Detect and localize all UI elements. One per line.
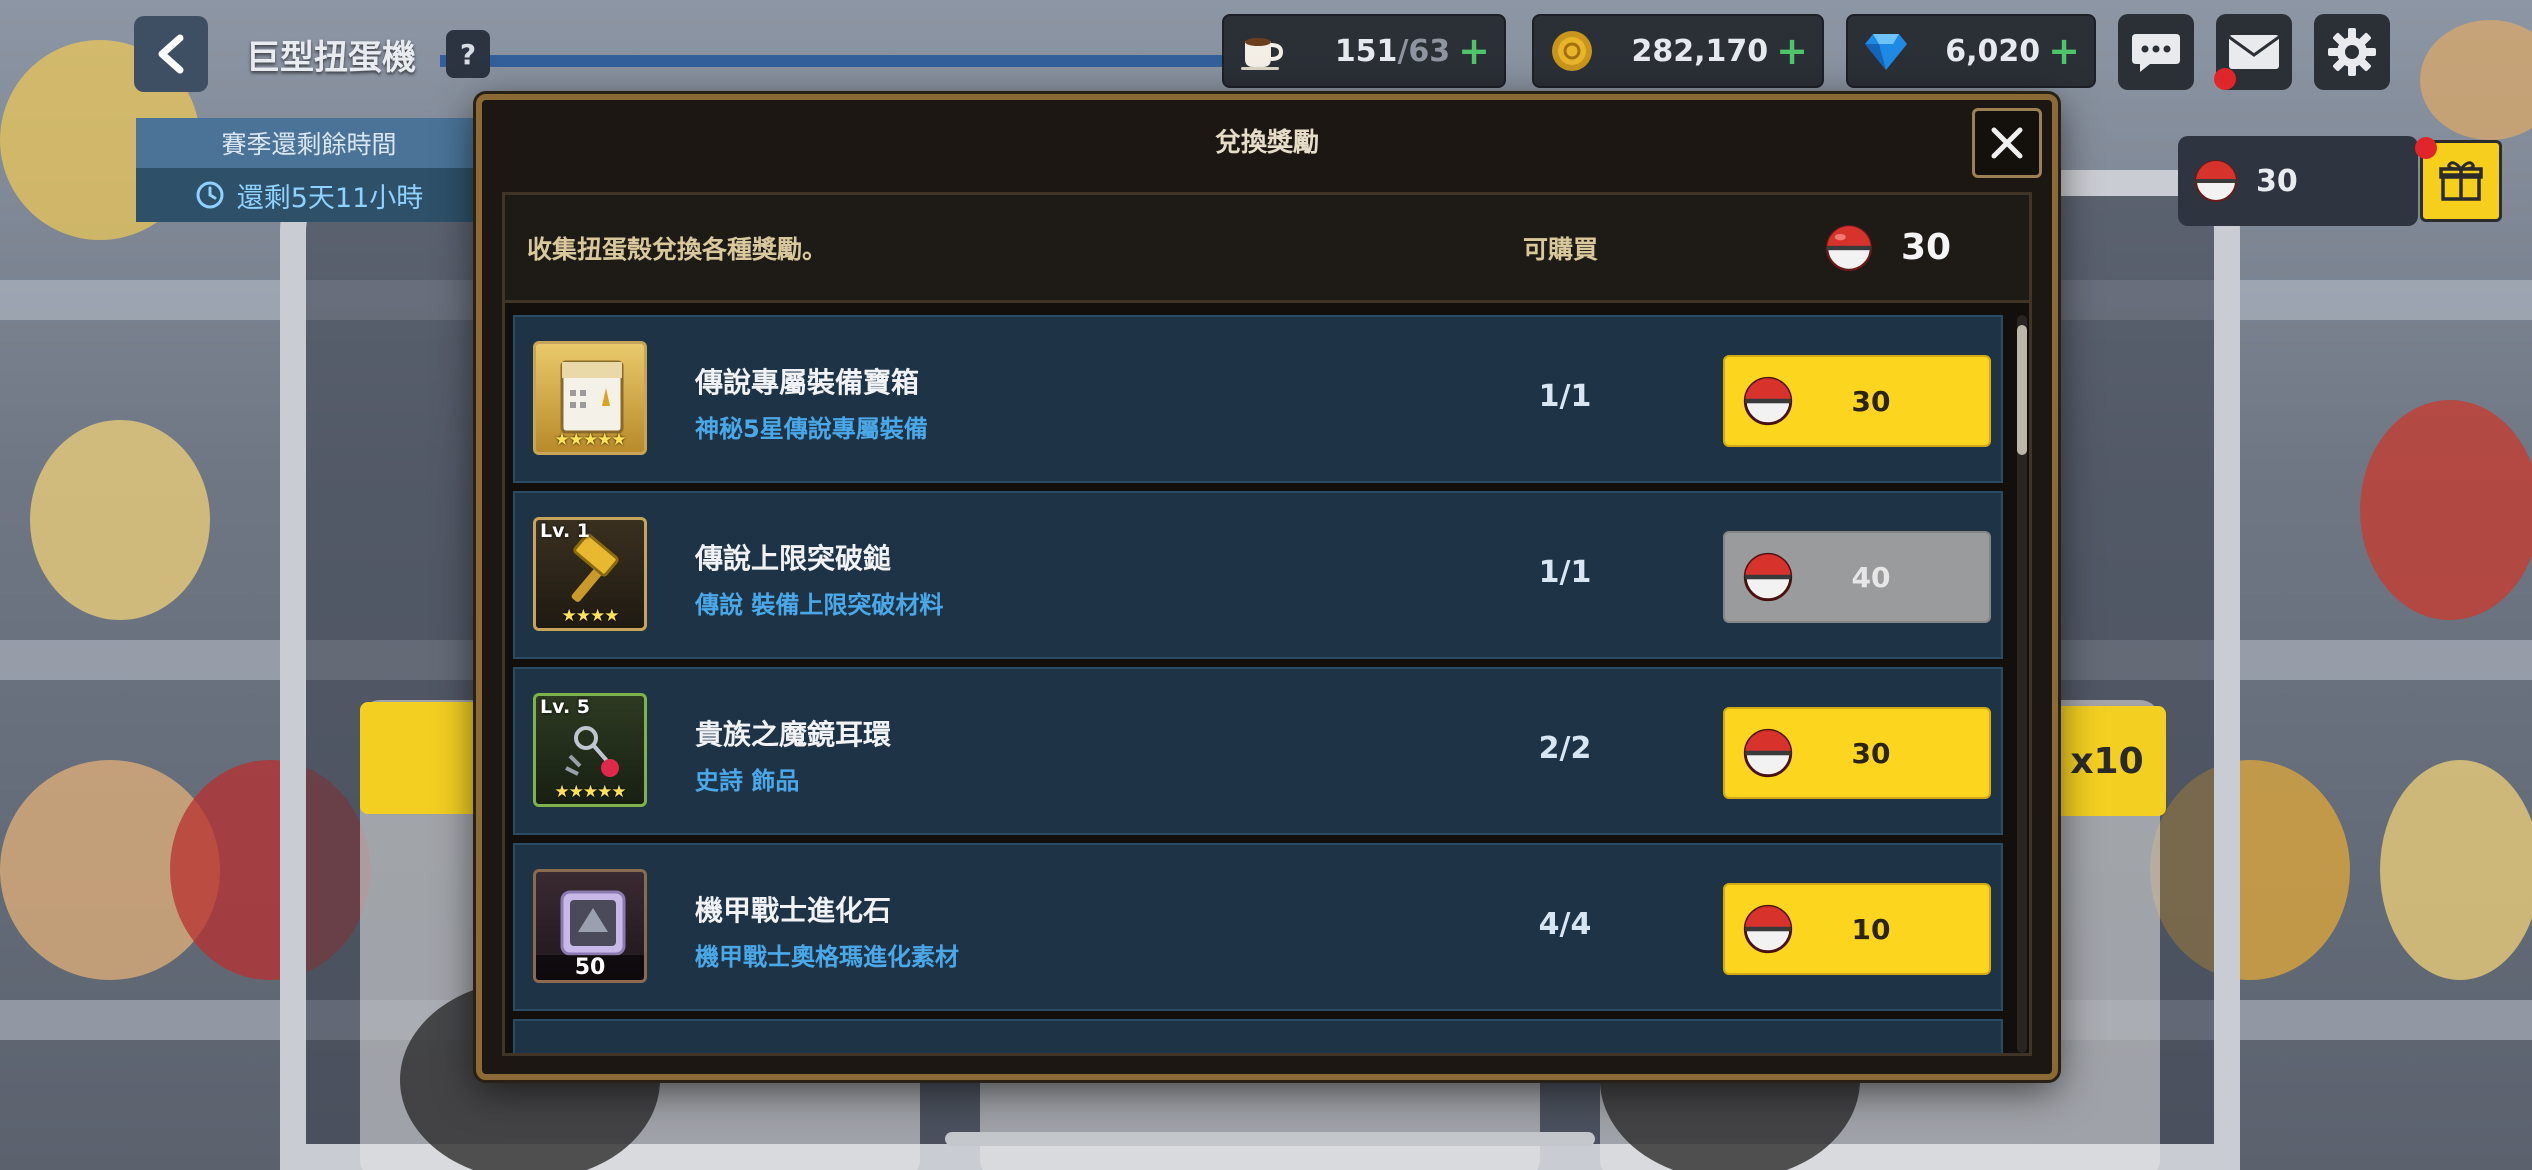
back-button[interactable]: [134, 16, 208, 92]
blue-gem-icon: [1858, 23, 1914, 79]
character-sprite: [2360, 400, 2532, 620]
capsule-orb-icon: [1743, 552, 1793, 602]
add-gem-icon[interactable]: +: [2048, 29, 2094, 73]
reward-name: 機甲戰士進化石: [695, 894, 892, 927]
mail-button[interactable]: [2214, 14, 2292, 90]
gem-resource[interactable]: 6,020 +: [1846, 14, 2096, 88]
modal-content: 收集扭蛋殼兌換各種獎勵。 可購買 30 ★★★★★ 傳說專屬裝備寶箱 神秘5星傳…: [502, 192, 2032, 1056]
item-level: Lv. 5: [540, 696, 590, 718]
reward-row: Lv. 1 ★★★★ 傳說上限突破鎚 傳說 裝備上限突破材料 1/1 40: [513, 491, 2003, 659]
buy-button[interactable]: 40: [1723, 531, 1991, 623]
gold-coin-icon: [1544, 23, 1600, 79]
purchase-limit: 1/1: [1538, 379, 1592, 414]
purchase-limit: 4/4: [1538, 907, 1592, 942]
capsule-orb-icon: [1743, 376, 1793, 426]
capsule-shell-counter: 30: [2178, 136, 2418, 226]
item-quantity: 50: [536, 955, 644, 980]
scrollbar-thumb[interactable]: [2017, 325, 2027, 455]
character-sprite: [2420, 20, 2532, 140]
capsule-orb-icon: [2195, 160, 2237, 202]
gear-icon: [2328, 28, 2376, 76]
reward-description: 史詩 飾品: [695, 767, 800, 795]
item-level: Lv. 1: [540, 520, 590, 542]
capsule-orb-icon: [1826, 224, 1872, 271]
buy-price: 10: [1851, 912, 1891, 946]
reward-description: 神秘5星傳說專屬裝備: [695, 415, 928, 443]
season-time-left: 還剩5天11小時: [236, 182, 424, 214]
notification-dot: [2214, 68, 2236, 90]
list-scrollbar[interactable]: [2017, 315, 2027, 1053]
single-draw-button[interactable]: [360, 702, 480, 814]
reward-row: Lv. 5 ★★★★★ 貴族之魔鏡耳環 史詩 飾品 2/2 30: [513, 667, 2003, 835]
gold-value: 282,170: [1631, 33, 1769, 69]
add-gold-icon[interactable]: +: [1776, 29, 1822, 73]
machine-scroll-indicator: [945, 1132, 1595, 1146]
reward-description: 傳說 裝備上限突破材料: [695, 591, 944, 619]
exchange-description: 收集扭蛋殼兌換各種獎勵。: [527, 234, 828, 264]
season-timer-panel: 賽季還剩餘時間 還剩5天11小時: [136, 118, 482, 224]
settings-button[interactable]: [2314, 14, 2390, 90]
owned-shell-count: 30: [1825, 224, 1951, 272]
gem-value: 6,020: [1945, 33, 2041, 69]
reward-list[interactable]: ★★★★★ 傳說專屬裝備寶箱 神秘5星傳說專屬裝備 1/1 30 Lv. 1 ★…: [513, 315, 2003, 1053]
rarity-stars: ★★★★: [561, 606, 620, 626]
gift-button[interactable]: [2415, 137, 2502, 222]
reward-row: ★★★★★ 傳說專屬裝備寶箱 神秘5星傳說專屬裝備 1/1 30: [513, 315, 2003, 483]
buy-button[interactable]: 30: [1723, 707, 1991, 799]
rarity-stars: ★★★★★: [554, 782, 626, 802]
exchange-reward-modal: 兌換獎勵 收集扭蛋殼兌換各種獎勵。 可購買 30 ★★★★★ 傳說專屬裝備寶箱 …: [476, 94, 2058, 1080]
chat-button[interactable]: [2118, 14, 2194, 90]
capsule-shell-count: 30: [2256, 163, 2298, 199]
reward-name: 貴族之魔鏡耳環: [695, 718, 892, 751]
help-button[interactable]: ?: [446, 30, 490, 78]
gift-box-icon: [2439, 161, 2483, 201]
mirror-earring-icon: Lv. 5 ★★★★★: [533, 693, 647, 807]
character-sprite: [30, 420, 210, 620]
capsule-orb-icon: [1743, 904, 1793, 954]
buy-price: 30: [1851, 736, 1891, 770]
buy-button[interactable]: 10: [1723, 883, 1991, 975]
buy-button[interactable]: 30: [1723, 355, 1991, 447]
character-sprite: [2380, 760, 2532, 980]
reward-name: 傳說上限突破鎚: [695, 542, 892, 575]
purchase-limit: 2/2: [1538, 731, 1592, 766]
reward-name: 傳說專屬裝備寶箱: [695, 366, 920, 399]
add-stamina-icon[interactable]: +: [1458, 29, 1504, 73]
draw-x10-button[interactable]: x10: [2048, 706, 2166, 816]
gold-resource[interactable]: 282,170 +: [1532, 14, 1824, 88]
close-button[interactable]: [1972, 108, 2042, 178]
evolution-stone-icon: 50: [533, 869, 647, 983]
draw-x10-label: x10: [2070, 740, 2144, 782]
season-label: 賽季還剩餘時間: [136, 118, 482, 168]
chevron-left-icon: [158, 34, 184, 74]
available-header: 可購買: [1523, 234, 1599, 264]
coffee-cup-icon: [1234, 23, 1290, 79]
reward-row: [513, 1019, 2003, 1053]
reward-row: 50 機甲戰士進化石 機甲戰士奧格瑪進化素材 4/4 10: [513, 843, 2003, 1011]
buy-price: 40: [1851, 560, 1891, 594]
close-icon: [1991, 127, 2023, 159]
stamina-resource[interactable]: 151/63 +: [1222, 14, 1506, 88]
exchange-info-row: 收集扭蛋殼兌換各種獎勵。 可購買 30: [505, 195, 2029, 303]
title-bar-decoration: [440, 55, 1340, 67]
mail-envelope-icon: [2228, 35, 2280, 69]
reward-description: 機甲戰士奧格瑪進化素材: [695, 943, 959, 971]
chat-bubble-icon: [2132, 34, 2180, 72]
modal-title: 兌換獎勵: [1214, 128, 1319, 158]
notification-dot: [2415, 137, 2437, 159]
legendary-chest-icon: ★★★★★: [533, 341, 647, 455]
stamina-value: 151/63: [1334, 33, 1451, 69]
rarity-stars: ★★★★★: [554, 430, 626, 450]
purchase-limit: 1/1: [1538, 555, 1592, 590]
clock-icon: [196, 181, 224, 209]
season-time-row: 還剩5天11小時: [136, 168, 482, 222]
page-title: 巨型扭蛋機: [246, 38, 416, 78]
limit-break-hammer-icon: Lv. 1 ★★★★: [533, 517, 647, 631]
capsule-orb-icon: [1743, 728, 1793, 778]
owned-shell-value: 30: [1901, 227, 1952, 268]
buy-price: 30: [1851, 384, 1891, 418]
